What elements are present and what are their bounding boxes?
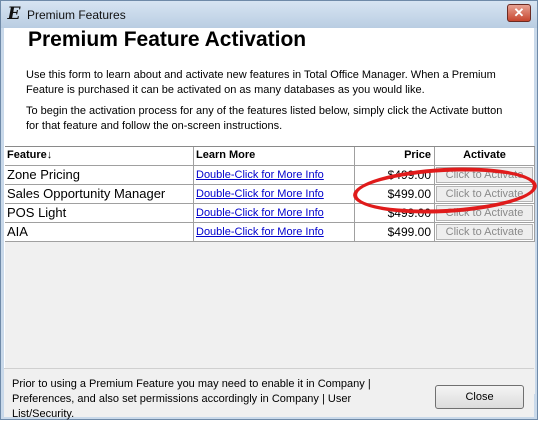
footer-note: Prior to using a Premium Feature you may… [12, 378, 371, 420]
learn-more-link[interactable]: Double-Click for More Info [196, 188, 324, 200]
column-header-learn-more[interactable]: Learn More [194, 147, 355, 166]
column-header-feature-label: Feature [7, 149, 47, 161]
feature-name: POS Light [5, 204, 194, 223]
learn-more-cell: Double-Click for More Info [194, 166, 355, 185]
close-button[interactable]: Close [435, 385, 524, 409]
app-logo-icon: E [7, 4, 21, 24]
table-row[interactable]: AIA Double-Click for More Info $499.00 C… [5, 223, 535, 242]
learn-more-link[interactable]: Double-Click for More Info [196, 207, 324, 219]
window-close-button[interactable]: ✕ [507, 4, 531, 22]
column-header-feature[interactable]: Feature↓ [5, 147, 194, 166]
learn-more-cell: Double-Click for More Info [194, 223, 355, 242]
column-header-activate[interactable]: Activate [435, 147, 535, 166]
learn-more-cell: Double-Click for More Info [194, 185, 355, 204]
page-title: Premium Feature Activation [28, 28, 307, 51]
activate-cell: Click to Activate [435, 223, 535, 242]
close-icon: ✕ [513, 5, 525, 20]
feature-name: Zone Pricing [5, 166, 194, 185]
learn-more-cell: Double-Click for More Info [194, 204, 355, 223]
premium-features-window: E Premium Features ✕ Premium Feature Act… [0, 0, 538, 420]
learn-more-link[interactable]: Double-Click for More Info [196, 226, 324, 238]
sort-down-arrow-icon: ↓ [46, 149, 53, 161]
footer-panel: Prior to using a Premium Feature you may… [4, 368, 534, 420]
instructions-paragraph: To begin the activation process for any … [26, 105, 503, 132]
table-header-row: Feature↓ Learn More Price Activate [5, 147, 535, 166]
title-bar[interactable]: E Premium Features ✕ [1, 1, 537, 28]
activate-button[interactable]: Click to Activate [436, 224, 533, 240]
learn-more-link[interactable]: Double-Click for More Info [196, 169, 324, 181]
dialog-body: Premium Feature Activation Use this form… [4, 28, 538, 420]
intro-paragraph: Use this form to learn about and activat… [26, 69, 496, 96]
feature-name: Sales Opportunity Manager [5, 185, 194, 204]
price-value: $499.00 [355, 223, 435, 242]
column-header-price[interactable]: Price [355, 147, 435, 166]
window-title: Premium Features [27, 8, 126, 22]
feature-name: AIA [5, 223, 194, 242]
